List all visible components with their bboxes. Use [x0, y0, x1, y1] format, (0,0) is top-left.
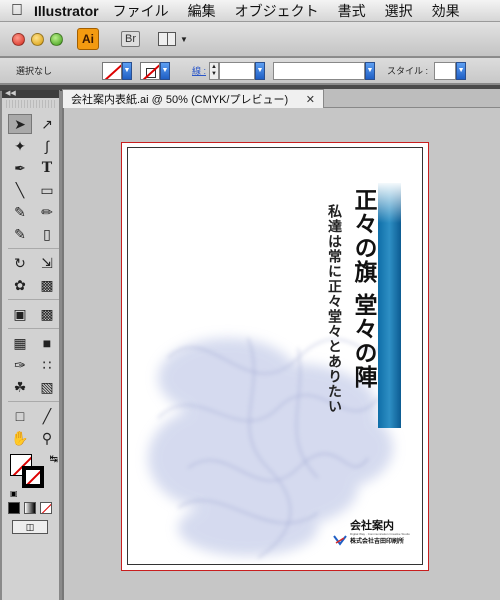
zoom-window-button[interactable]: [50, 32, 63, 46]
mesh-tool-icon[interactable]: ▦: [8, 333, 32, 353]
slice-tool-icon[interactable]: ╱: [35, 406, 59, 426]
free-transform-tool-icon[interactable]: ▩: [35, 275, 59, 295]
stroke-weight-stepper[interactable]: ▲ ▼: [209, 61, 220, 80]
default-fill-stroke-icon[interactable]: ▣: [10, 489, 18, 498]
pen-tool-icon[interactable]: ✒: [8, 158, 32, 178]
control-bar: 選択なし ▼ ▼ 線 : ▲ ▼ ▼ ▼ スタイル : ▼: [0, 58, 500, 84]
collapse-icon[interactable]: ◀◀: [2, 90, 59, 98]
menu-bar:  Illustrator ファイル 編集 オブジェクト 書式 選択 効果: [0, 0, 500, 22]
zoom-tool-icon[interactable]: ⚲: [35, 428, 59, 448]
menu-app-name[interactable]: Illustrator: [34, 3, 99, 19]
application-bar: Ai Br ▼: [0, 22, 500, 57]
swap-fill-stroke-icon[interactable]: ↹: [50, 454, 58, 465]
blob-brush-tool-icon[interactable]: ✎: [8, 224, 32, 244]
tab-bar-empty: [324, 89, 500, 108]
menu-effect[interactable]: 効果: [432, 1, 460, 21]
minimize-window-button[interactable]: [31, 32, 44, 46]
printer-logo-icon: [333, 535, 347, 546]
eyedropper-tool-icon[interactable]: ✑: [8, 355, 32, 375]
symbol-sprayer-tool-icon[interactable]: ▣: [8, 304, 32, 324]
stroke-swatch[interactable]: [140, 61, 160, 80]
brush-definition-select[interactable]: [273, 61, 366, 80]
hand-tool-icon[interactable]: ✋: [8, 428, 32, 448]
selection-status: 選択なし: [16, 66, 53, 76]
close-icon[interactable]: ✕: [306, 93, 315, 106]
graphic-style-swatch[interactable]: [434, 61, 457, 80]
type-tool-icon[interactable]: T: [35, 158, 59, 178]
selection-tool-icon[interactable]: ➤: [8, 114, 32, 134]
fill-stroke-control: ↹ ▣: [10, 454, 58, 498]
artboard-tool-icon[interactable]: □: [8, 406, 32, 426]
fill-swatch[interactable]: [102, 61, 122, 80]
blend-tool-icon[interactable]: ∷: [35, 355, 59, 375]
stroke-weight-input[interactable]: [219, 61, 256, 80]
tools-panel: ◀◀ ➤ ↗ ✦ ∫ ✒ T ╲ ▭ ✎ ✏ ✎ ▯ ↻ ⇲ ✿ ▩ ▣ ▩ ▦…: [2, 90, 60, 600]
color-mode-icon[interactable]: [8, 502, 20, 514]
column-graph-tool-icon[interactable]: ▩: [35, 304, 59, 324]
pencil-tool-icon[interactable]: ✏: [35, 202, 59, 222]
line-tool-icon[interactable]: ╲: [8, 180, 32, 200]
menu-file[interactable]: ファイル: [113, 1, 169, 21]
chevron-down-icon[interactable]: ▼: [180, 35, 188, 44]
tool-separator: [8, 401, 59, 402]
tool-separator: [8, 328, 59, 329]
scale-tool-icon[interactable]: ⇲: [35, 253, 59, 273]
rectangle-tool-icon[interactable]: ▭: [35, 180, 59, 200]
menu-select[interactable]: 選択: [385, 1, 413, 21]
graphic-style-dropdown-icon[interactable]: ▼: [456, 61, 467, 80]
menu-edit[interactable]: 編集: [188, 1, 216, 21]
gradient-tool-icon[interactable]: ■: [35, 333, 59, 353]
stroke-weight-label[interactable]: 線 :: [192, 64, 206, 77]
printer-name: 株式会社吉田印刷所: [350, 538, 405, 545]
company-tagline: Digital Way · Communication Creative Stu…: [350, 532, 410, 536]
bridge-button[interactable]: Br: [121, 31, 140, 47]
eraser-tool-icon[interactable]: ▯: [35, 224, 59, 244]
document-tab[interactable]: 会社案内表紙.ai @ 50% (CMYK/プレビュー) ✕: [62, 89, 324, 108]
tool-separator: [8, 248, 59, 249]
warp-tool-icon[interactable]: ✿: [8, 275, 32, 295]
live-paint-bucket-tool-icon[interactable]: ☘: [8, 377, 32, 397]
stroke-color-box[interactable]: [22, 466, 44, 488]
rotate-tool-icon[interactable]: ↻: [8, 253, 32, 273]
stroke-dropdown-icon[interactable]: ▼: [160, 61, 170, 80]
color-mode-row: [8, 502, 59, 514]
screen-mode-icon[interactable]: ◫: [12, 520, 48, 534]
gradient-mode-icon[interactable]: [24, 502, 36, 514]
arrange-documents-button[interactable]: [158, 32, 176, 46]
stroke-weight-dropdown-icon[interactable]: ▼: [255, 61, 266, 80]
magic-wand-tool-icon[interactable]: ✦: [8, 136, 32, 156]
title-accent-bar: [378, 183, 401, 428]
paintbrush-tool-icon[interactable]: ✎: [8, 202, 32, 222]
artboard[interactable]: 正々の旗 堂々の陣 私達は常に正々堂々とありたい 会社案内 株式会社吉田印刷所 …: [127, 147, 423, 565]
cover-subtitle: 私達は常に正々堂々とありたい: [326, 204, 342, 414]
company-profile-label: 会社案内: [350, 520, 394, 532]
lasso-tool-icon[interactable]: ∫: [35, 136, 59, 156]
menu-type[interactable]: 書式: [338, 1, 366, 21]
tool-separator: [8, 299, 59, 300]
none-mode-icon[interactable]: [40, 502, 52, 514]
panel-grip[interactable]: [6, 100, 55, 108]
brush-dropdown-icon[interactable]: ▼: [365, 61, 376, 80]
illustrator-logo: Ai: [77, 28, 99, 50]
fill-dropdown-icon[interactable]: ▼: [122, 61, 132, 80]
direct-selection-tool-icon[interactable]: ↗: [35, 114, 59, 134]
menu-object[interactable]: オブジェクト: [235, 1, 319, 21]
graphic-style-label: スタイル :: [387, 66, 429, 76]
apple-icon[interactable]: : [0, 2, 34, 20]
live-paint-selection-tool-icon[interactable]: ▧: [35, 377, 59, 397]
document-tab-title: 会社案内表紙.ai @ 50% (CMYK/プレビュー): [71, 94, 289, 106]
cover-title: 正々の旗 堂々の陣: [350, 188, 377, 390]
close-window-button[interactable]: [12, 32, 25, 46]
